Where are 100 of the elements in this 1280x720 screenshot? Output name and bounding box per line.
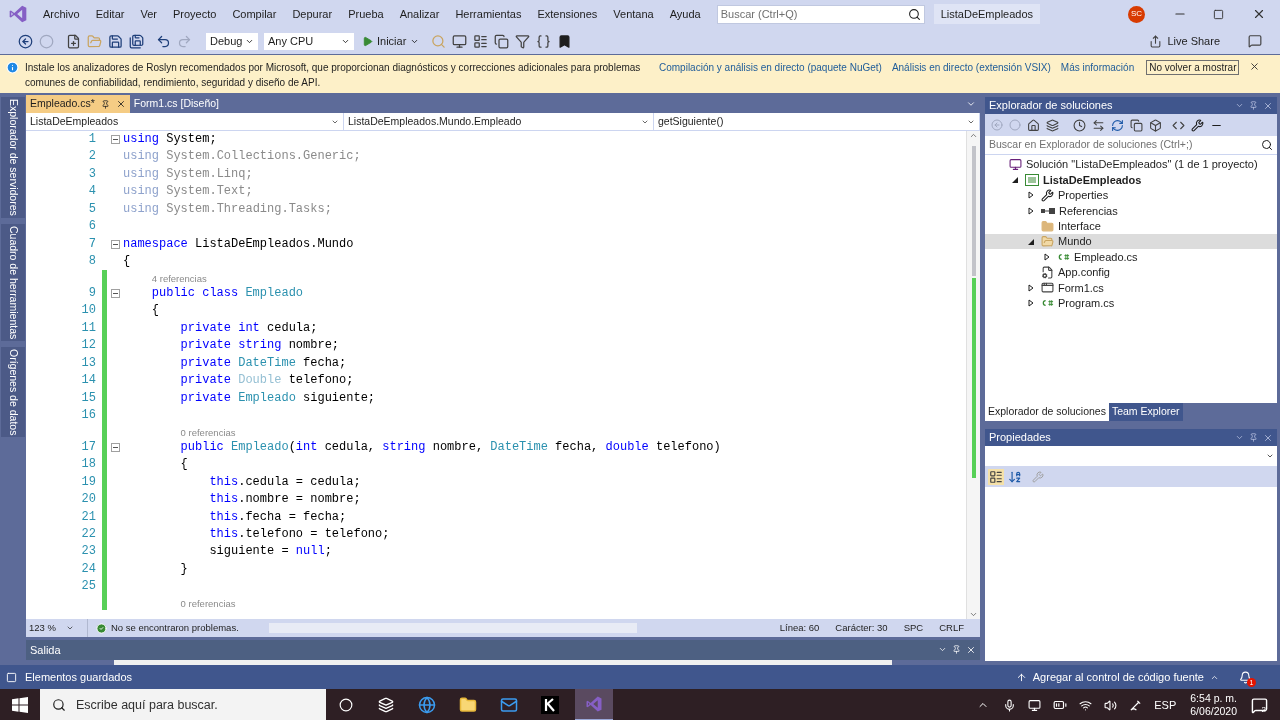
collapse-all-button[interactable] — [1130, 118, 1143, 132]
tree-item[interactable]: Form1.cs — [985, 280, 1277, 296]
code-lens[interactable]: 4 referencias — [123, 270, 207, 285]
app-logo[interactable] — [8, 4, 28, 24]
sync-button[interactable] — [1092, 118, 1105, 132]
taskbar-search-field[interactable]: Escribe aquí para buscar. — [76, 695, 314, 715]
issues-status[interactable]: No se encontraron problemas. — [111, 620, 239, 636]
clock[interactable]: 6:54 p. m. 6/06/2020 — [1190, 692, 1237, 718]
editor-tab[interactable]: Empleado.cs* — [26, 95, 130, 113]
microphone-icon[interactable] — [1003, 698, 1017, 712]
categorized-button[interactable] — [988, 468, 1004, 485]
zoom-dropdown[interactable]: 123 % — [26, 619, 88, 637]
properties-button[interactable] — [1191, 118, 1204, 132]
save-all-button[interactable] — [129, 33, 144, 49]
tree-item[interactable]: Mundo — [985, 233, 1277, 250]
filter-button[interactable] — [515, 33, 531, 49]
tab-list-icon[interactable] — [966, 99, 976, 109]
menu-item[interactable]: Archivo — [35, 3, 88, 25]
horizontal-scrollbar[interactable] — [268, 623, 637, 633]
back-button[interactable] — [18, 33, 33, 49]
start-button[interactable]: Iniciar — [360, 32, 422, 50]
collapse-icon[interactable] — [110, 135, 120, 145]
pin-icon[interactable] — [1249, 432, 1258, 442]
collapse-arrow-icon[interactable] — [1027, 237, 1035, 246]
feedback-button[interactable] — [1248, 34, 1262, 48]
new-item-button[interactable] — [66, 33, 81, 49]
source-control-button[interactable]: Agregar al control de código fuente — [1015, 668, 1219, 686]
tree-item[interactable]: ListaDeEmpleados — [985, 172, 1277, 188]
show-all-button[interactable] — [1149, 118, 1162, 132]
save-button[interactable] — [108, 33, 123, 49]
info-link[interactable]: Más información — [1060, 60, 1135, 75]
file-explorer-icon[interactable] — [459, 696, 477, 714]
collapse-icon[interactable] — [110, 289, 120, 299]
menu-item[interactable]: Herramientas — [447, 3, 530, 25]
tree-item[interactable]: Properties — [985, 187, 1277, 204]
tree-item[interactable]: Interface — [985, 218, 1277, 234]
search-box[interactable]: Buscar (Ctrl+Q) — [716, 4, 925, 24]
panel-tab[interactable]: Team Explorer — [1108, 403, 1183, 421]
menu-item[interactable]: Ver — [132, 3, 165, 25]
screen-button[interactable] — [452, 33, 468, 49]
home-button[interactable] — [1027, 118, 1040, 132]
taskbar-search-box[interactable]: Escribe aquí para buscar. — [40, 689, 326, 720]
browser-icon[interactable] — [418, 696, 436, 714]
collapse-arrow-icon[interactable] — [1011, 176, 1019, 185]
configuration-dropdown[interactable]: Debug — [206, 32, 258, 50]
device-icon[interactable] — [1028, 698, 1042, 712]
collapse-icon[interactable] — [110, 239, 120, 249]
tree-item[interactable]: Referencias — [985, 203, 1277, 219]
navigation-dropdown[interactable]: getSiguiente() — [654, 113, 980, 130]
side-tab[interactable]: Orígenes de datos — [1, 346, 25, 438]
menu-item[interactable]: Extensiones — [529, 3, 606, 25]
expand-arrow-icon[interactable] — [1027, 299, 1035, 308]
battery-icon[interactable] — [1053, 698, 1068, 712]
search-box[interactable]: Buscar en Explorador de soluciones (Ctrl+;) — [985, 136, 1277, 155]
pin-icon[interactable] — [100, 99, 110, 109]
menu-item[interactable]: Prueba — [340, 3, 392, 25]
tree-item[interactable]: Empleado.cs — [985, 249, 1277, 265]
expand-arrow-icon[interactable] — [1027, 191, 1035, 200]
info-link[interactable]: Compilación y análisis en directo (paquete NuGet) — [659, 60, 882, 75]
live-share-button[interactable]: Live Share — [1147, 31, 1222, 51]
close-button[interactable] — [1252, 7, 1266, 21]
tree-item[interactable]: Program.cs — [985, 295, 1277, 311]
list-button[interactable] — [473, 33, 489, 49]
menu-item[interactable]: Analizar — [391, 3, 448, 25]
menu-item[interactable]: Ayuda — [661, 3, 709, 25]
caret-icon[interactable] — [938, 645, 947, 654]
code-lens[interactable]: 0 referencias — [123, 424, 236, 439]
volume-icon[interactable] — [1104, 698, 1118, 712]
search-field[interactable]: Buscar (Ctrl+Q) — [720, 5, 908, 23]
vertical-scrollbar[interactable] — [966, 131, 980, 619]
pen-icon[interactable] — [1129, 698, 1143, 712]
close-icon[interactable] — [1249, 61, 1261, 72]
scroll-down-icon[interactable] — [969, 610, 978, 619]
bookmark-button[interactable] — [557, 33, 573, 49]
menu-item[interactable]: Proyecto — [164, 3, 225, 25]
expand-arrow-icon[interactable] — [1043, 253, 1051, 262]
panel-tab[interactable]: Explorador de soluciones — [985, 403, 1109, 421]
menu-item[interactable]: Compilar — [224, 3, 285, 25]
app-icon[interactable] — [541, 696, 559, 714]
maximize-button[interactable] — [1213, 8, 1224, 20]
menu-item[interactable]: Depurar — [284, 3, 341, 25]
comment-button[interactable] — [536, 33, 552, 49]
task-view-icon[interactable] — [378, 697, 394, 713]
menu-item[interactable]: Editar — [87, 3, 133, 25]
language-indicator[interactable]: ESP — [1154, 696, 1177, 714]
tree-item[interactable]: App.config — [985, 264, 1277, 281]
refresh-button[interactable] — [1111, 118, 1124, 132]
side-tab[interactable]: Explorador de servidores — [1, 97, 25, 218]
expand-arrow-icon[interactable] — [1027, 206, 1035, 215]
undo-button[interactable] — [156, 33, 171, 49]
navigation-dropdown[interactable]: ListaDeEmpleados — [26, 113, 344, 130]
wifi-icon[interactable] — [1079, 698, 1093, 712]
pending-changes-button[interactable] — [1073, 118, 1086, 132]
close-icon[interactable] — [966, 645, 976, 655]
alphabetical-button[interactable] — [1008, 469, 1022, 484]
switch-view-button[interactable] — [1046, 118, 1059, 132]
side-tab[interactable]: Cuadro de herramientas — [1, 223, 25, 341]
platform-dropdown[interactable]: Any CPU — [264, 32, 354, 50]
user-avatar[interactable]: SC — [1128, 5, 1145, 23]
code-lens[interactable]: 0 referencias — [123, 596, 236, 611]
